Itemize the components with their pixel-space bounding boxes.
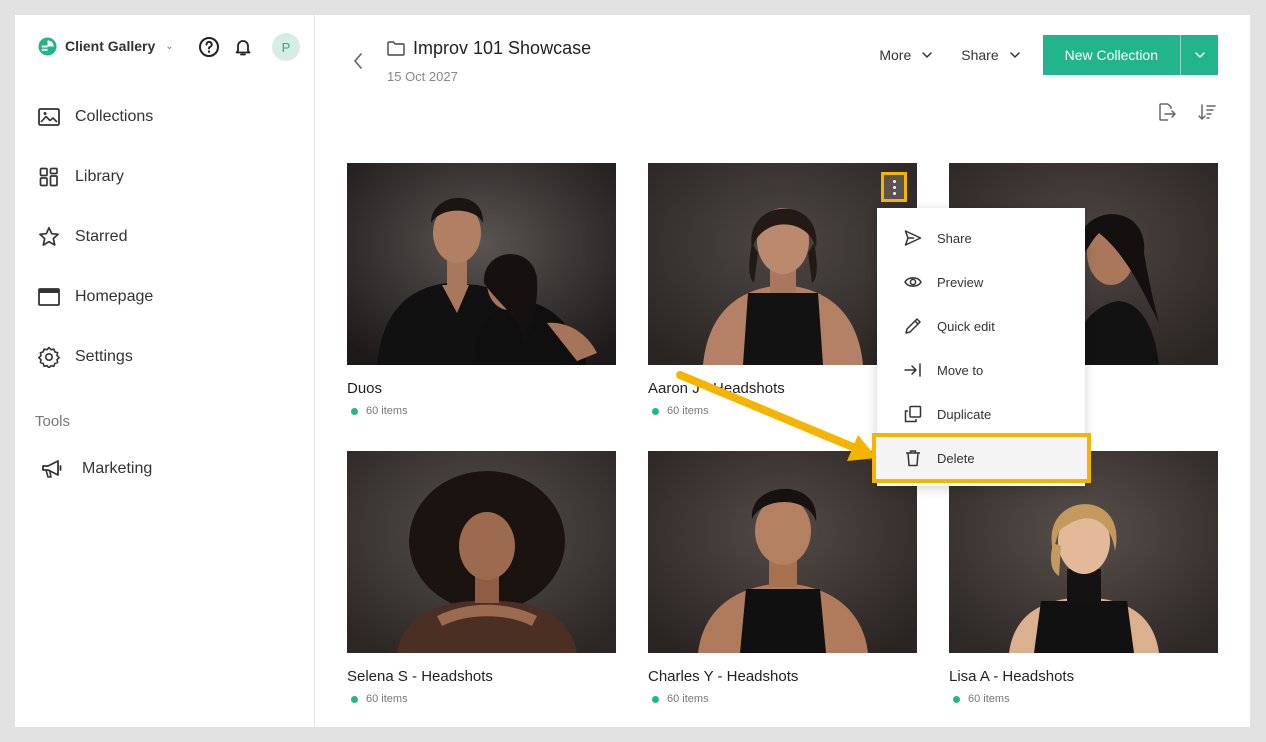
menu-item-delete[interactable]: Delete <box>872 433 1091 483</box>
item-count: 60 items <box>366 405 408 417</box>
menu-item-label: Duplicate <box>937 406 992 422</box>
sort-icon[interactable] <box>1196 101 1218 123</box>
sidebar-item-label: Settings <box>75 348 133 365</box>
collection-name: Duos <box>347 380 383 397</box>
chevron-down-icon: ⌄ <box>165 40 174 52</box>
menu-item-preview[interactable]: Preview <box>877 260 1085 304</box>
collection-meta: 60 items <box>347 405 616 417</box>
menu-item-label: Move to <box>937 362 984 378</box>
brand-logo-icon <box>38 36 57 56</box>
sidebar-item-label: Homepage <box>75 288 154 305</box>
megaphone-icon <box>41 458 63 480</box>
menu-item-quick-edit[interactable]: Quick edit <box>877 304 1085 348</box>
sidebar-item-library[interactable]: Library <box>15 147 315 207</box>
collection-name: Charles Y - Headshots <box>648 668 799 685</box>
sidebar-item-label: Marketing <box>82 460 153 477</box>
menu-item-label: Share <box>937 230 972 246</box>
trash-icon <box>904 449 922 467</box>
collection-card-lisa-a[interactable]: Lisa A - Headshots 60 items <box>949 451 1218 705</box>
status-dot-icon <box>351 695 358 703</box>
send-icon <box>904 229 922 247</box>
new-collection-dropdown[interactable] <box>1180 35 1218 75</box>
sidebar-item-collections[interactable]: Collections <box>15 87 315 147</box>
menu-item-share[interactable]: Share <box>877 216 1085 260</box>
move-to-icon <box>904 361 922 379</box>
collection-thumbnail <box>347 163 616 365</box>
export-icon[interactable] <box>1156 101 1178 123</box>
sidebar-item-label: Collections <box>75 108 154 125</box>
item-count: 60 items <box>366 693 408 705</box>
folder-icon <box>387 41 405 56</box>
item-count: 60 items <box>667 693 709 705</box>
view-tools <box>1156 101 1218 123</box>
status-dot-icon <box>652 407 659 415</box>
brand-switcher[interactable]: Client Gallery ⌄ <box>38 35 174 57</box>
menu-item-label: Preview <box>937 274 984 290</box>
sidebar-item-homepage[interactable]: Homepage <box>15 267 315 327</box>
gear-icon <box>38 346 60 368</box>
chevron-left-icon <box>354 53 362 69</box>
help-icon[interactable] <box>198 36 220 58</box>
duplicate-icon <box>904 405 922 423</box>
menu-item-duplicate[interactable]: Duplicate <box>877 392 1085 436</box>
collection-card-selena-s[interactable]: Selena S - Headshots 60 items <box>347 451 616 705</box>
menu-item-label: Quick edit <box>937 318 995 334</box>
library-icon <box>38 166 60 188</box>
card-more-options-button[interactable] <box>881 172 907 202</box>
main-content: Improv 101 Showcase 15 Oct 2027 More Sha… <box>315 15 1250 727</box>
kebab-dot-icon <box>892 191 896 195</box>
item-count: 60 items <box>968 693 1010 705</box>
collection-name: Lisa A - Headshots <box>949 668 1075 685</box>
avatar[interactable]: P <box>272 33 300 61</box>
card-context-menu: Share Preview Quick edit Move to Duplica… <box>872 208 1091 486</box>
sidebar-item-label: Starred <box>75 228 128 245</box>
header-actions: More Share New Collection <box>865 35 1218 75</box>
collection-date: 15 Oct 2027 <box>387 69 458 84</box>
menu-item-move-to[interactable]: Move to <box>877 348 1085 392</box>
brand-name: Client Gallery <box>65 38 156 54</box>
sidebar-top-icons: P <box>198 33 300 61</box>
kebab-dot-icon <box>892 185 896 189</box>
back-button[interactable] <box>348 51 368 71</box>
chevron-down-icon <box>922 52 933 58</box>
sidebar-item-marketing[interactable]: Marketing <box>21 439 315 499</box>
sidebar: Client Gallery ⌄ P Collections Library S… <box>15 15 315 727</box>
collections-icon <box>38 106 60 128</box>
page-header: Improv 101 Showcase 15 Oct 2027 <box>387 38 591 84</box>
item-count: 60 items <box>667 405 709 417</box>
collection-thumbnail <box>347 451 616 653</box>
sidebar-item-label: Library <box>75 168 124 185</box>
share-label: Share <box>961 47 999 63</box>
collection-meta: 60 items <box>347 693 616 705</box>
sidebar-tools-nav: Marketing <box>21 439 315 499</box>
star-icon <box>38 226 60 248</box>
collection-name: Selena S - Headshots <box>347 668 493 685</box>
bell-icon[interactable] <box>232 36 254 58</box>
chevron-down-icon <box>1009 52 1020 58</box>
chevron-down-icon <box>1194 52 1205 58</box>
status-dot-icon <box>351 407 358 415</box>
pencil-icon <box>904 317 922 335</box>
status-dot-icon <box>953 695 960 703</box>
collection-card-duos[interactable]: Duos 60 items <box>347 163 616 417</box>
more-label: More <box>879 47 912 63</box>
eye-icon <box>904 273 922 291</box>
more-button[interactable]: More <box>865 35 947 75</box>
homepage-icon <box>38 286 60 308</box>
collection-card-charles-y[interactable]: Charles Y - Headshots 60 items <box>648 451 917 705</box>
sidebar-item-settings[interactable]: Settings <box>15 327 315 387</box>
new-collection-label: New Collection <box>1064 47 1158 63</box>
status-dot-icon <box>652 695 659 703</box>
tools-section-label: Tools <box>35 413 71 430</box>
sidebar-nav: Collections Library Starred Homepage Set… <box>15 87 315 387</box>
collection-meta: 60 items <box>949 693 1218 705</box>
kebab-dot-icon <box>892 179 896 183</box>
share-button[interactable]: Share <box>947 35 1034 75</box>
app-window: Client Gallery ⌄ P Collections Library S… <box>15 15 1250 727</box>
menu-item-label: Delete <box>937 450 975 466</box>
collection-meta: 60 items <box>648 693 917 705</box>
page-title: Improv 101 Showcase <box>413 38 592 58</box>
new-collection-button[interactable]: New Collection <box>1042 35 1218 75</box>
sidebar-item-starred[interactable]: Starred <box>15 207 315 267</box>
